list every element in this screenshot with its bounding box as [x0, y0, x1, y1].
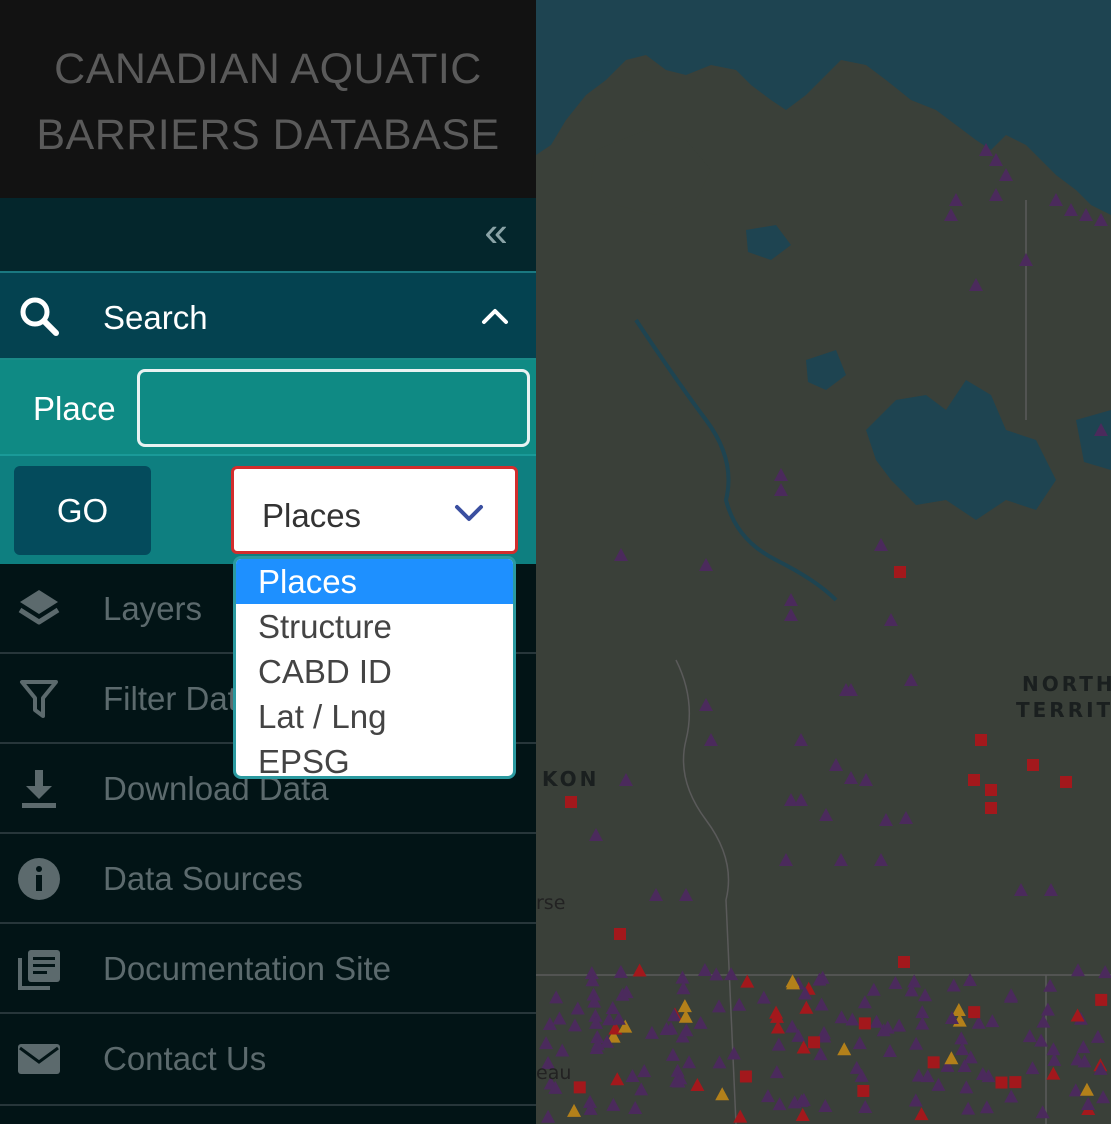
barrier-marker[interactable]: [858, 1017, 871, 1030]
map-canvas[interactable]: [536, 0, 1111, 1124]
documentation-icon: [18, 950, 60, 990]
place-label: Place: [33, 390, 116, 427]
map-label-whitehorse: rse: [536, 892, 566, 914]
search-mode-dropdown-list: Places Structure CABD ID Lat / Lng EPSG: [233, 556, 516, 779]
search-mode-value: Places: [262, 497, 362, 534]
app-title-line1: CANADIAN AQUATIC: [54, 45, 482, 93]
barrier-marker[interactable]: [565, 796, 577, 808]
layers-icon: [18, 590, 60, 625]
go-button[interactable]: GO: [14, 466, 151, 555]
barrier-marker[interactable]: [975, 734, 987, 746]
barrier-marker[interactable]: [1095, 993, 1108, 1006]
barrier-marker[interactable]: [968, 774, 980, 786]
chevron-up-icon[interactable]: [480, 301, 510, 331]
dropdown-option-structure[interactable]: Structure: [236, 604, 513, 649]
barrier-marker[interactable]: [894, 566, 906, 578]
search-section-header[interactable]: Search: [0, 271, 536, 360]
barrier-marker[interactable]: [968, 1006, 981, 1019]
chevron-down-icon: [455, 505, 483, 521]
barrier-marker[interactable]: [1009, 1076, 1022, 1089]
search-icon: [20, 297, 59, 336]
barrier-marker[interactable]: [985, 784, 997, 796]
nav-label-data-sources: Data Sources: [103, 860, 303, 897]
place-search-input[interactable]: [137, 369, 530, 447]
barrier-marker[interactable]: [857, 1084, 870, 1097]
info-icon: [18, 858, 60, 900]
map-label-juneau: eau: [536, 1062, 572, 1084]
map-label-territory-line2: TERRITO: [1016, 698, 1111, 722]
barrier-marker[interactable]: [927, 1056, 940, 1069]
dropdown-option-cabd-id[interactable]: CABD ID: [236, 649, 513, 694]
dropdown-option-lat-lng[interactable]: Lat / Lng: [236, 694, 513, 739]
app-title-line2: BARRIERS DATABASE: [36, 111, 500, 159]
barrier-marker[interactable]: [808, 1036, 821, 1049]
sidebar: CANADIAN AQUATIC BARRIERS DATABASE « Sea…: [0, 0, 536, 1124]
map-label-territory-line1: NORTHW: [1022, 672, 1111, 696]
map-view[interactable]: NORTHW TERRITO KON rse eau: [536, 0, 1111, 1124]
barrier-marker[interactable]: [739, 1070, 752, 1083]
nav-label-layers: Layers: [103, 590, 203, 627]
map-label-yukon: KON: [542, 767, 600, 791]
download-icon: [22, 770, 56, 808]
nav-label-documentation-site: Documentation Site: [103, 950, 391, 987]
collapse-bar: «: [0, 198, 536, 271]
app-header: CANADIAN AQUATIC BARRIERS DATABASE: [0, 0, 536, 198]
dropdown-option-epsg[interactable]: EPSG: [236, 739, 513, 776]
collapse-sidebar-icon[interactable]: «: [476, 211, 516, 253]
mail-icon: [18, 1044, 60, 1074]
search-section-label: Search: [103, 299, 208, 336]
barrier-marker[interactable]: [985, 802, 997, 814]
barrier-marker[interactable]: [614, 928, 626, 940]
barrier-marker[interactable]: [573, 1081, 586, 1094]
place-row: Place: [0, 360, 536, 454]
app-title: CANADIAN AQUATIC BARRIERS DATABASE: [0, 36, 536, 168]
nav-label-contact-us: Contact Us: [103, 1040, 267, 1077]
barrier-marker[interactable]: [995, 1076, 1008, 1089]
dropdown-option-places[interactable]: Places: [236, 559, 513, 604]
barrier-marker[interactable]: [898, 956, 910, 968]
barrier-marker[interactable]: [1027, 759, 1039, 771]
nav-item-documentation-site[interactable]: Documentation Site: [0, 924, 536, 1014]
search-mode-select[interactable]: Places: [231, 466, 518, 554]
filter-icon: [20, 680, 58, 718]
barrier-marker[interactable]: [1060, 776, 1072, 788]
go-row: GO Places: [0, 454, 536, 564]
nav-item-contact-us[interactable]: Contact Us: [0, 1014, 536, 1106]
nav-item-data-sources[interactable]: Data Sources: [0, 834, 536, 924]
